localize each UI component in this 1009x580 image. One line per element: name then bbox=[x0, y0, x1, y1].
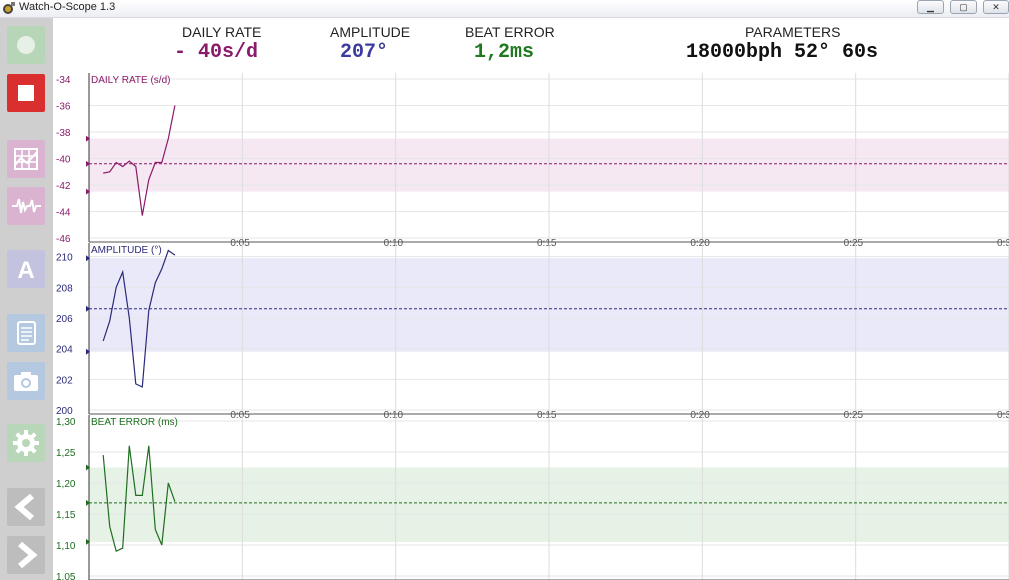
minimize-button[interactable]: ▁ bbox=[917, 0, 944, 14]
report-button[interactable] bbox=[7, 314, 45, 352]
maximize-button[interactable]: ▢ bbox=[950, 0, 977, 14]
window-title: Watch-O-Scope 1.3 bbox=[19, 1, 116, 13]
y-tick-label: 202 bbox=[56, 375, 73, 386]
x-tick-label: 0:20 bbox=[690, 410, 710, 421]
panel-3: 1,30 1,25 1,20 1,15 1,10 1,05 BEAT ERROR (ms) bbox=[56, 415, 1009, 580]
y-tick-label: -42 bbox=[56, 181, 71, 192]
title-bar: Watch-O-Scope 1.3 ▁ ▢ ✕ bbox=[0, 0, 1009, 18]
y-tick-label: 1,15 bbox=[56, 510, 76, 521]
chevron-left-icon bbox=[14, 493, 34, 521]
record-button[interactable] bbox=[7, 26, 45, 64]
panel-title: AMPLITUDE (°) bbox=[91, 245, 162, 256]
y-tick-label: 1,30 bbox=[56, 417, 76, 428]
back-button[interactable] bbox=[7, 488, 45, 526]
waveform-button[interactable] bbox=[7, 187, 45, 225]
y-tick-label: -44 bbox=[56, 208, 71, 219]
x-tick-label: 0:25 bbox=[844, 410, 864, 421]
y-tick-label: 206 bbox=[56, 314, 73, 325]
letter-a-icon: A bbox=[17, 257, 34, 284]
chevron-right-icon bbox=[18, 541, 38, 569]
settings-button[interactable] bbox=[7, 424, 45, 462]
panel-title: BEAT ERROR (ms) bbox=[91, 417, 178, 428]
beat-error-label: BEAT ERROR bbox=[465, 24, 555, 40]
y-tick-label: 1,10 bbox=[56, 541, 76, 552]
panel-2: 210 208 206 204 202 200 AMPLITUDE (°) 0:05 0:10 0… bbox=[56, 243, 1009, 421]
stop-button[interactable] bbox=[7, 74, 45, 112]
close-button[interactable]: ✕ bbox=[983, 0, 1009, 14]
x-tick-label: 0:10 bbox=[384, 410, 404, 421]
app-icon bbox=[3, 2, 15, 14]
forward-button[interactable] bbox=[7, 536, 45, 574]
panel-title: DAILY RATE (s/d) bbox=[91, 75, 170, 86]
svg-text:A: A bbox=[17, 257, 34, 284]
y-tick-label: -36 bbox=[56, 102, 71, 113]
measurement-chart: -34 -36 -38 -40 -42 -44 -46 DAILY RATE (s/d) 0:0… bbox=[56, 73, 1009, 580]
y-tick-label: -40 bbox=[56, 155, 71, 166]
grid-chart-button[interactable] bbox=[7, 140, 45, 178]
panel-1: -34 -36 -38 -40 -42 -44 -46 DAILY RATE (s/d) 0:0… bbox=[56, 73, 1009, 249]
y-tick-label: 1,05 bbox=[56, 572, 76, 580]
circle-icon bbox=[17, 36, 35, 54]
y-tick-label: 1,25 bbox=[56, 448, 76, 459]
y-tick-label: 1,20 bbox=[56, 479, 76, 490]
grid-chart-icon bbox=[14, 148, 38, 170]
y-tick-label: 200 bbox=[56, 406, 73, 417]
x-tick-label: 0:30 bbox=[997, 410, 1009, 421]
y-tick-label: 208 bbox=[56, 283, 73, 294]
parameters-value: 18000bph 52° 60s bbox=[686, 41, 879, 64]
x-tick-label: 0:25 bbox=[844, 238, 864, 249]
x-tick-label: 0:15 bbox=[537, 410, 557, 421]
x-tick-label: 0:30 bbox=[997, 238, 1009, 249]
square-stop-icon bbox=[18, 85, 34, 101]
x-tick-label: 0:05 bbox=[230, 410, 250, 421]
snapshot-button[interactable] bbox=[7, 362, 45, 400]
text-button[interactable]: A bbox=[7, 250, 45, 288]
waveform-icon bbox=[12, 198, 41, 214]
y-tick-label: -34 bbox=[56, 75, 71, 86]
daily-rate-value: - 40s/d bbox=[174, 41, 259, 64]
gear-icon bbox=[13, 430, 39, 456]
amplitude-label: AMPLITUDE bbox=[330, 24, 411, 40]
beat-error-value: 1,2ms bbox=[474, 41, 535, 64]
camera-icon bbox=[14, 372, 38, 391]
readout-header: DAILY RATE - 40s/d AMPLITUDE 207° BEAT E… bbox=[54, 18, 1009, 73]
document-icon bbox=[17, 321, 36, 345]
x-tick-label: 0:15 bbox=[537, 238, 557, 249]
x-tick-label: 0:05 bbox=[230, 238, 250, 249]
x-tick-label: 0:10 bbox=[384, 238, 404, 249]
daily-rate-label: DAILY RATE bbox=[182, 24, 262, 40]
y-tick-label: 204 bbox=[56, 345, 73, 356]
amplitude-value: 207° bbox=[340, 41, 389, 64]
y-tick-label: 210 bbox=[56, 253, 73, 264]
parameters-label: PARAMETERS bbox=[745, 24, 841, 40]
x-tick-label: 0:20 bbox=[690, 238, 710, 249]
y-tick-label: -46 bbox=[56, 234, 71, 245]
y-tick-label: -38 bbox=[56, 128, 71, 139]
sidebar-toolbar: A bbox=[0, 18, 53, 580]
